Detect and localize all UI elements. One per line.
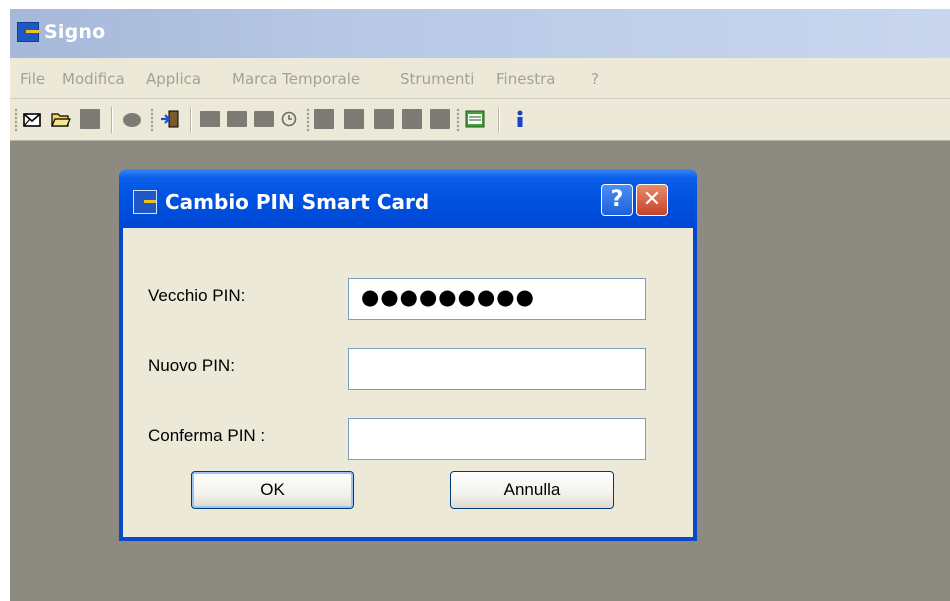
old-pin-label: Vecchio PIN:: [148, 286, 246, 305]
menu-marca-temporale[interactable]: Marca Temporale: [232, 70, 360, 88]
timestamp-clock-icon[interactable]: [279, 109, 299, 129]
confirm-pin-label: Conferma PIN :: [148, 426, 266, 445]
countersign-icon[interactable]: [254, 111, 274, 127]
new-pin-label: Nuovo PIN:: [148, 356, 235, 375]
app-title-bar[interactable]: Signo: [10, 9, 950, 58]
toolbar-grip[interactable]: [14, 108, 18, 132]
menu-applica[interactable]: Applica: [146, 70, 201, 88]
print-icon[interactable]: [122, 109, 142, 129]
confirm-pin-field[interactable]: [348, 418, 646, 460]
toolbar-grip[interactable]: [456, 108, 460, 132]
menu-file[interactable]: File: [20, 70, 45, 88]
verify-icon[interactable]: [227, 111, 247, 127]
help-button[interactable]: ?: [601, 184, 633, 216]
open-folder-icon[interactable]: [51, 109, 71, 129]
exit-icon[interactable]: [160, 109, 180, 129]
settings-panel-icon[interactable]: [465, 109, 485, 129]
old-pin-field[interactable]: ●●●●●●●●●: [348, 278, 646, 320]
menu-strumenti[interactable]: Strumenti: [400, 70, 474, 88]
toolbar-separator: [111, 107, 113, 133]
toolbar-grip[interactable]: [306, 108, 310, 132]
menu-bar: File Modifica Applica Marca Temporale St…: [10, 58, 950, 99]
close-button[interactable]: ✕: [636, 184, 668, 216]
new-envelope-icon[interactable]: [22, 109, 42, 129]
archive-icon[interactable]: [374, 109, 394, 129]
new-pin-field[interactable]: [348, 348, 646, 390]
menu-modifica[interactable]: Modifica: [62, 70, 125, 88]
encrypt-icon[interactable]: [314, 109, 334, 129]
sign-icon[interactable]: [200, 111, 220, 127]
toolbar: [10, 99, 950, 141]
app-icon: [17, 22, 39, 42]
app-title: Signo: [44, 21, 106, 43]
certificate-icon[interactable]: [430, 109, 450, 129]
toolbar-separator: [498, 107, 500, 133]
menu-finestra[interactable]: Finestra: [496, 70, 556, 88]
change-pin-dialog: Cambio PIN Smart Card ? ✕ Vecchio PIN: ●…: [119, 169, 697, 541]
save-icon[interactable]: [80, 109, 100, 129]
dialog-app-icon: [133, 190, 157, 214]
toolbar-grip[interactable]: [150, 108, 154, 132]
dialog-body: Vecchio PIN: ●●●●●●●●● Nuovo PIN: Confer…: [123, 228, 693, 537]
cancel-button[interactable]: Annulla: [450, 471, 614, 509]
decrypt-icon[interactable]: [344, 109, 364, 129]
lock-icon[interactable]: [402, 109, 422, 129]
info-icon[interactable]: [510, 109, 530, 129]
ok-button[interactable]: OK: [191, 471, 354, 509]
toolbar-separator: [190, 107, 192, 133]
dialog-title: Cambio PIN Smart Card: [165, 190, 430, 214]
old-pin-masked-value: ●●●●●●●●●: [361, 285, 535, 309]
menu-help[interactable]: ?: [591, 70, 599, 88]
